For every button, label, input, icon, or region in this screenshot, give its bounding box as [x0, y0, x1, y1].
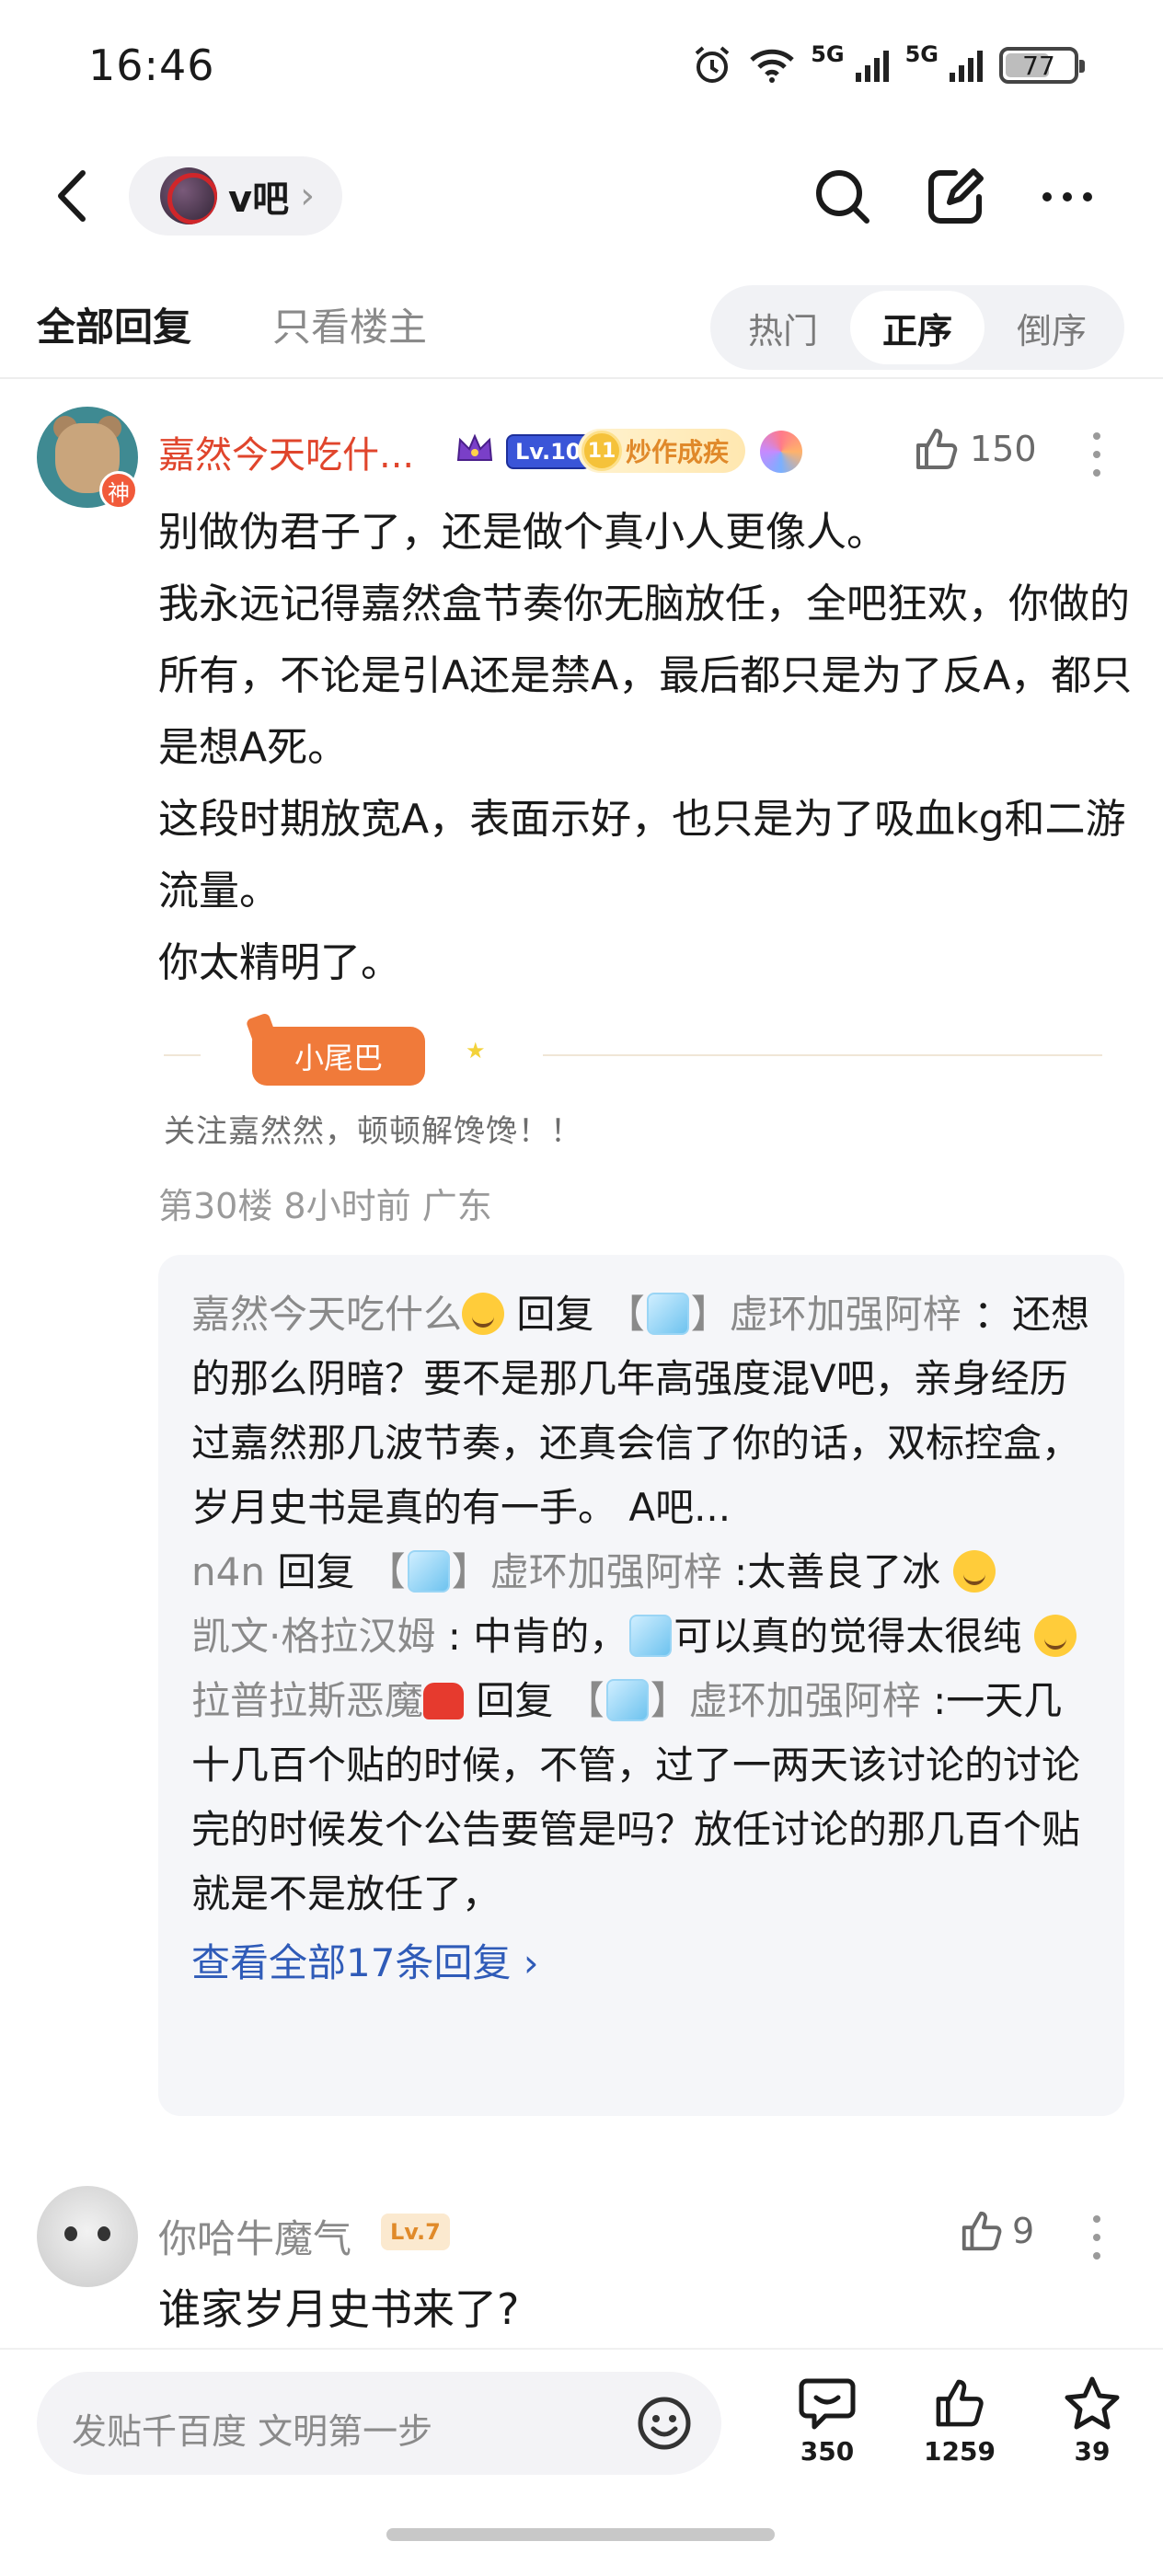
tab-all-replies[interactable]: 全部回复 [37, 296, 191, 352]
title-badge: 11 炒作成疾 [578, 429, 746, 473]
thumbs-up-icon [961, 2211, 1002, 2251]
reply-tabs: 全部回复 只看楼主 热门 正序 倒序 [0, 276, 1163, 379]
reply-target[interactable]: 】虚环加强阿梓 [691, 1292, 961, 1337]
thumbs-up-icon [936, 2379, 984, 2427]
more-options-icon[interactable] [1091, 432, 1102, 477]
level-badge: Lv.7 [381, 2214, 450, 2250]
back-icon[interactable] [46, 164, 101, 228]
comment-count: 350 [800, 2436, 855, 2467]
comment-action[interactable]: 350 [777, 2375, 878, 2467]
top-nav: v吧 › [0, 147, 1163, 248]
smile-emoji-icon [1033, 1615, 1077, 1657]
tab-owner-only[interactable]: 只看楼主 [272, 296, 427, 352]
status-icons: 5G 5G 77 [691, 41, 1085, 86]
comment-paragraph: 你太精明了。 [158, 939, 401, 986]
author-name[interactable]: 嘉然今天吃什... [158, 425, 414, 478]
sub-replies: 嘉然今天吃什么 回复 【】虚环加强阿梓 ：还想的那么阴暗？要不是那几年高强度混V… [158, 1255, 1124, 2116]
title-level: 11 [582, 431, 622, 471]
like-action[interactable]: 1259 [909, 2375, 1010, 2467]
reply-author[interactable]: 嘉然今天吃什么 [191, 1292, 462, 1337]
medal-icon [760, 431, 802, 473]
alarm-icon [695, 46, 730, 83]
ice-cube-icon [646, 1293, 689, 1335]
sub-reply[interactable]: n4n 回复 【】虚环加强阿梓 :太善良了冰 [191, 1540, 1091, 1604]
network-label-1: 5G [811, 41, 845, 67]
comment-paragraph: 我永远记得嘉然盒节奏你无脑放任，全吧狂欢，你做的所有，不论是引A还是禁A，最后都… [158, 581, 1133, 771]
like-count: 9 [1012, 2211, 1035, 2251]
god-badge: 神 [99, 471, 138, 510]
favorite-count: 39 [1074, 2436, 1111, 2467]
signal-icon [950, 51, 983, 82]
forum-name: v吧 [228, 178, 290, 221]
edit-icon[interactable] [922, 164, 988, 230]
ice-cube-icon [605, 1679, 649, 1721]
emoji-icon[interactable] [635, 2394, 694, 2453]
thumbs-up-icon [916, 429, 958, 469]
bottom-action-bar: 发贴千百度 文明第一步 350 1259 39 [0, 2348, 1163, 2576]
forum-chip[interactable]: v吧 › [129, 156, 343, 236]
like-button[interactable]: 150 [913, 425, 1037, 473]
like-button[interactable]: 9 [959, 2208, 1034, 2254]
home-indicator[interactable] [386, 2528, 775, 2541]
chevron-right-icon: › [300, 175, 316, 217]
sort-ascending[interactable]: 正序 [850, 291, 985, 364]
sort-descending[interactable]: 倒序 [985, 291, 1119, 364]
floor-meta: 第30楼 8小时前 广东 [158, 1186, 492, 1226]
favorite-action[interactable]: 39 [1042, 2375, 1143, 2467]
comment-paragraph: 别做伪君子了，还是做个真小人更像人。 [158, 509, 887, 556]
reply-author[interactable]: 凯文·格拉汉姆 [191, 1614, 435, 1659]
reply-author[interactable]: n4n [191, 1549, 265, 1594]
wifi-icon [750, 49, 794, 83]
reply-input-placeholder: 发贴千百度 文明第一步 [72, 2411, 433, 2452]
author-name[interactable]: 你哈牛魔气 [158, 2208, 351, 2264]
comment-body: 谁家岁月史书来了? [158, 2284, 520, 2334]
comment-body: 别做伪君子了，还是做个真小人更像人。 我永远记得嘉然盒节奏你无脑放任，全吧狂欢，… [158, 497, 1134, 999]
reply-author[interactable]: 拉普拉斯恶魔 [191, 1678, 423, 1723]
star-icon [1065, 2376, 1120, 2430]
smile-emoji-icon [462, 1293, 505, 1335]
comment-paragraph: 这段时期放宽A，表面示好，也只是为了吸血kg和二游流量。 [158, 796, 1126, 914]
sub-reply[interactable]: 拉普拉斯恶魔 回复 【】虚环加强阿梓 :一天几十几百个贴的时候，不管，过了一两天… [191, 1669, 1091, 1926]
star-icon: ★ [466, 1038, 486, 1064]
sub-reply[interactable]: 凯文·格拉汉姆 : 中肯的， 可以真的觉得太很纯 [191, 1604, 1091, 1669]
search-icon[interactable] [810, 164, 876, 230]
sort-segmented-control: 热门 正序 倒序 [710, 285, 1124, 370]
like-count: 150 [970, 429, 1037, 469]
reply-target[interactable]: 】虚环加强阿梓 [651, 1678, 921, 1723]
reply-target[interactable]: 】虚环加强阿梓 [452, 1549, 722, 1594]
more-options-icon[interactable] [1091, 2215, 1102, 2260]
signal-icon [855, 51, 889, 82]
battery-level: 77 [1022, 50, 1055, 81]
sub-reply[interactable]: 嘉然今天吃什么 回复 【】虚环加强阿梓 ：还想的那么阴暗？要不是那几年高强度混V… [191, 1282, 1091, 1540]
laugh-emoji-icon [952, 1550, 996, 1593]
signature-text: 关注嘉然然，顿顿解馋馋！！ [164, 1113, 582, 1150]
network-label-2: 5G [904, 41, 938, 67]
forum-avatar [160, 167, 217, 224]
status-bar: 16:46 5G 5G 77 [0, 0, 1163, 138]
title-text: 炒作成疾 [626, 437, 730, 467]
battery-indicator: 77 [999, 47, 1085, 84]
signature-divider: 小尾巴 ★ [164, 1027, 1102, 1086]
more-icon[interactable] [1034, 164, 1100, 230]
reply-input[interactable]: 发贴千百度 文明第一步 [37, 2372, 721, 2475]
clock: 16:46 [88, 40, 215, 90]
avatar[interactable] [37, 2186, 138, 2287]
like-count: 1259 [924, 2436, 996, 2467]
telephone-icon [423, 1683, 465, 1719]
ice-cube-icon [629, 1615, 673, 1657]
crown-icon [456, 433, 493, 461]
comment-icon [799, 2378, 856, 2430]
view-all-replies-link[interactable]: 查看全部17条回复 › [191, 1932, 1091, 1988]
tail-badge: 小尾巴 [252, 1027, 425, 1086]
ice-cube-icon [407, 1550, 450, 1593]
sort-hot[interactable]: 热门 [716, 291, 850, 364]
